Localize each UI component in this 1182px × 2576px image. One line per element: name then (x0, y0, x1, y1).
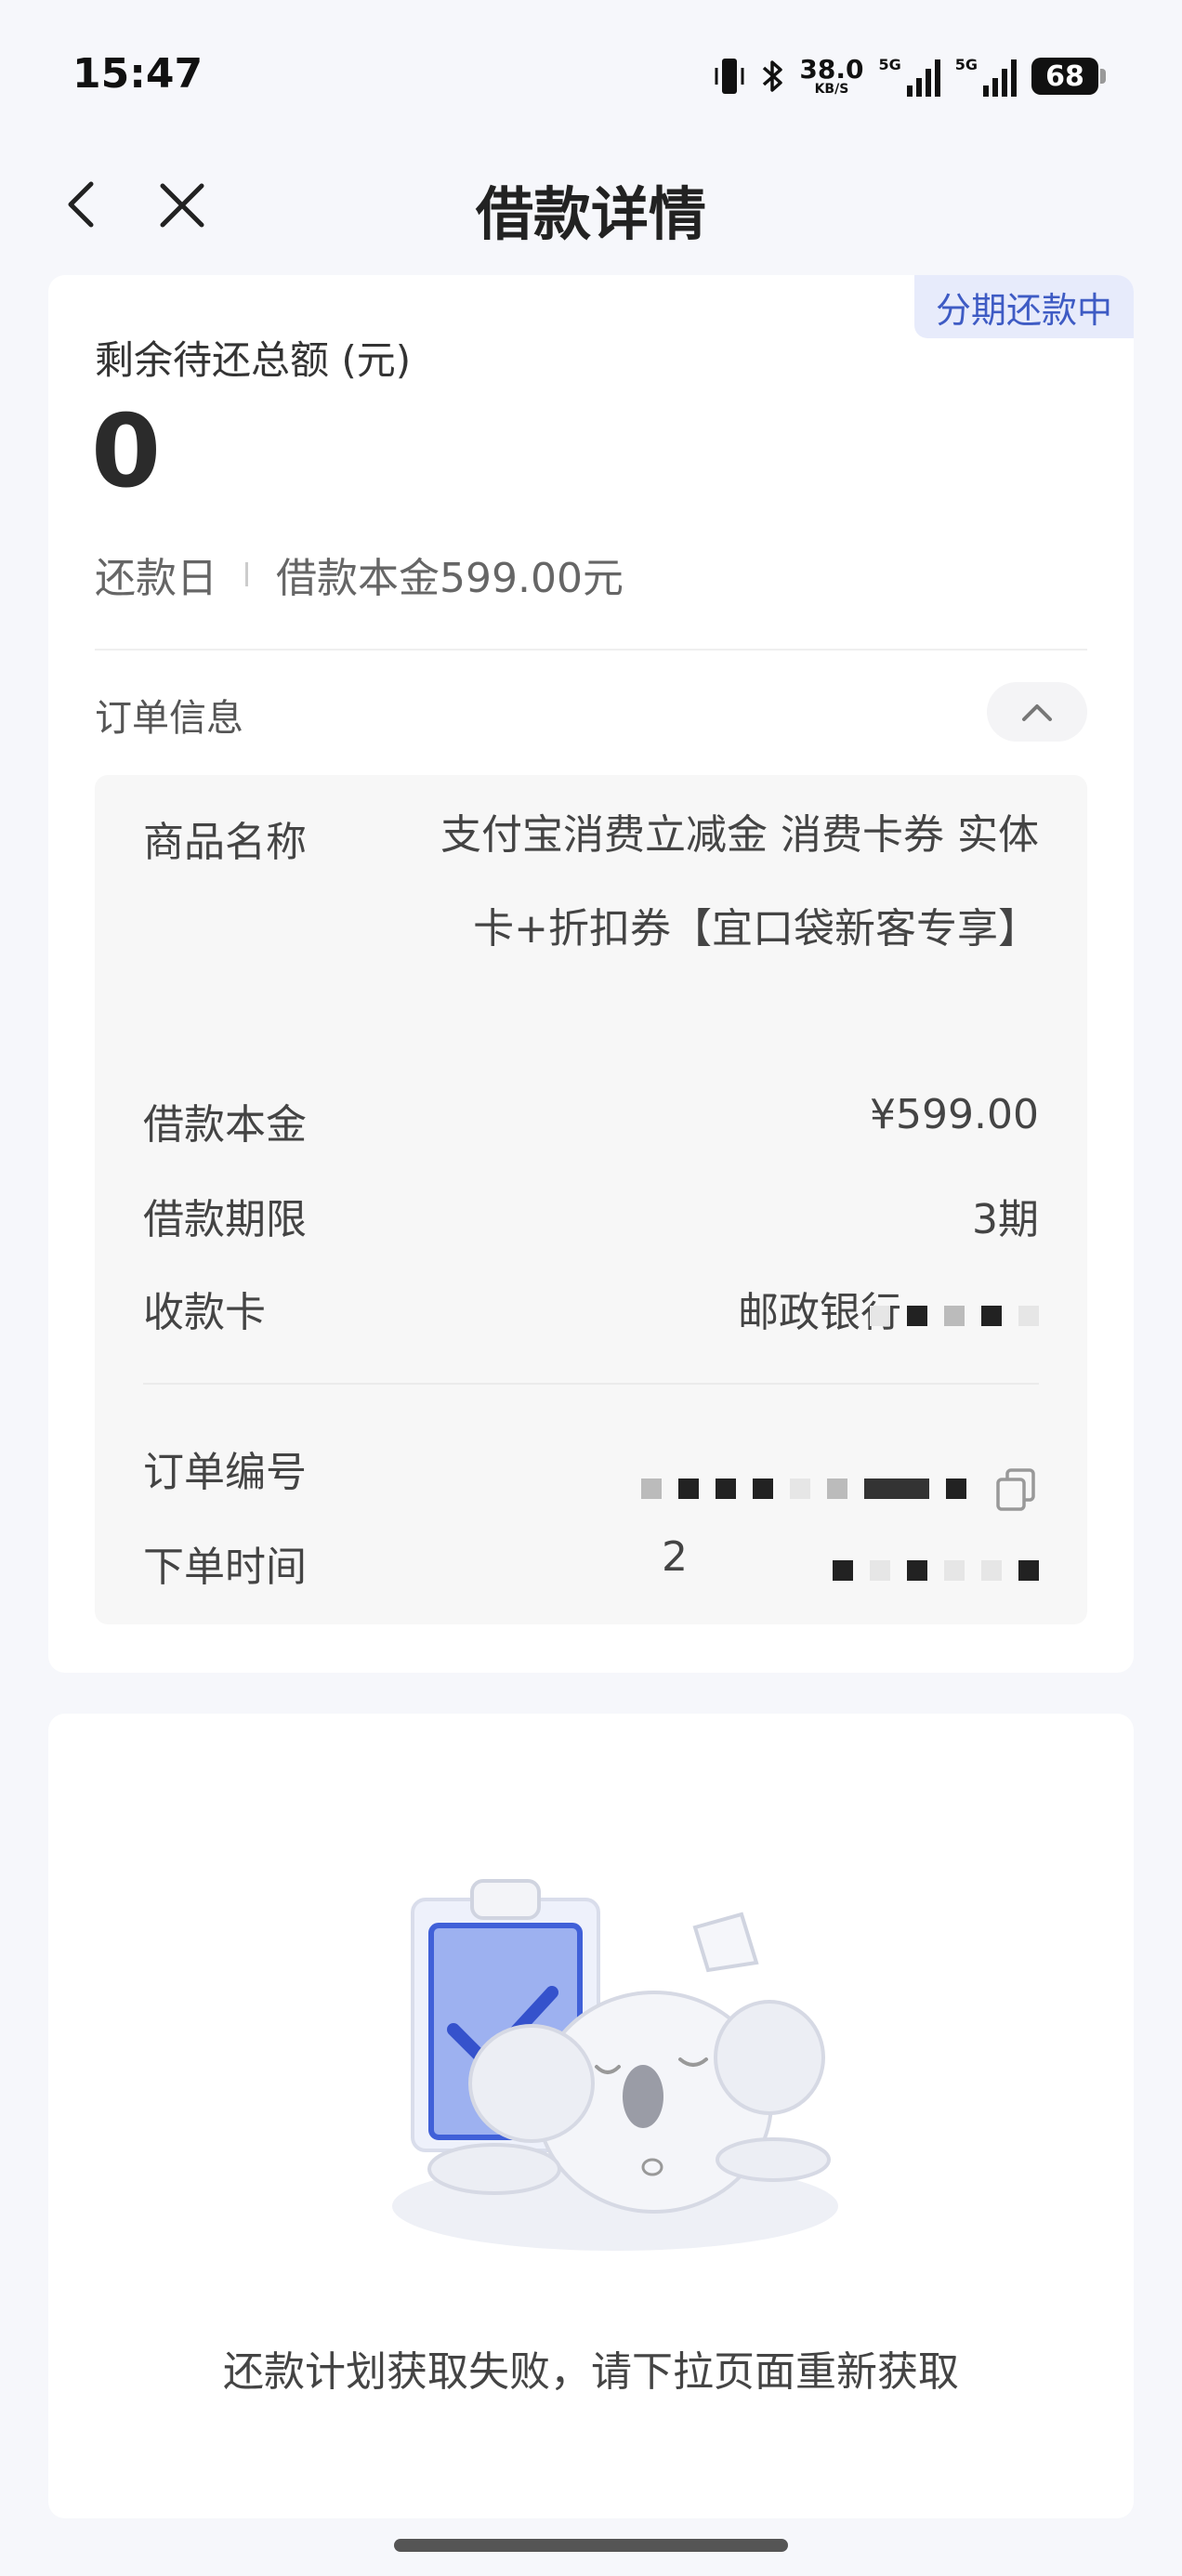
redacted-order-number (641, 1461, 966, 1517)
term-value: 3期 (972, 1196, 1039, 1243)
nav-bar: 借款详情 (0, 158, 1182, 251)
principal-label: 借款本金 (143, 1101, 307, 1149)
signal-1-label: 5G (878, 56, 901, 73)
order-time-value: 2 (662, 1533, 688, 1581)
empty-state-illustration (392, 1879, 838, 2251)
signal-2-label: 5G (954, 56, 978, 73)
redacted-order-time (833, 1543, 1039, 1598)
product-name-value: 支付宝消费立减金 消费卡券 实体卡+折扣券【宜口袋新客专享】 (440, 811, 1039, 953)
order-info-title: 订单信息 (95, 697, 243, 740)
net-speed-unit: KB/S (814, 82, 849, 97)
total-remaining-value: 0 (91, 394, 162, 510)
page-title: 借款详情 (475, 180, 706, 248)
divider (143, 1383, 1039, 1385)
due-date-label: 还款日 (95, 555, 217, 602)
repayment-summary: 还款日 借款本金599.00元 (95, 545, 624, 604)
chevron-up-icon (1022, 704, 1052, 721)
repayment-plan-card: 还款计划获取失败，请下拉页面重新获取 (48, 1714, 1134, 2518)
plan-load-failed-message: 还款计划获取失败，请下拉页面重新获取 (223, 2348, 959, 2396)
status-time: 15:47 (72, 50, 204, 98)
order-time-label: 下单时间 (143, 1544, 307, 1591)
vibrate-icon (715, 59, 744, 94)
collapse-order-info-button[interactable] (987, 682, 1087, 742)
status-badge: 分期还款中 (914, 275, 1134, 338)
loan-detail-card: 分期还款中 剩余待还总额 (元) 0 还款日 借款本金599.00元 订单信息 … (48, 275, 1134, 1673)
status-bar: 15:47 38.0 KB/S 5G 5G 68 (0, 0, 1182, 139)
signal-2-icon: 5G (955, 56, 1017, 97)
net-speed-value: 38.0 (799, 54, 864, 85)
home-indicator[interactable] (394, 2539, 788, 2552)
principal-summary: 借款本金599.00元 (276, 555, 624, 602)
receiving-card-label: 收款卡 (143, 1289, 266, 1336)
net-speed: 38.0 KB/S (799, 54, 864, 97)
signal-1-icon: 5G (878, 56, 940, 97)
divider (95, 649, 1087, 651)
order-number-label: 订单编号 (143, 1449, 307, 1496)
battery-icon: 68 (1031, 58, 1106, 95)
redacted-card-number (870, 1288, 1039, 1344)
copy-icon[interactable] (992, 1466, 1039, 1513)
term-label: 借款期限 (143, 1196, 307, 1243)
separator (245, 562, 248, 586)
total-remaining-label: 剩余待还总额 (元) (95, 337, 412, 383)
order-info-panel: 商品名称 支付宝消费立减金 消费卡券 实体卡+折扣券【宜口袋新客专享】 借款本金… (95, 775, 1087, 1624)
product-name-label: 商品名称 (143, 819, 307, 866)
bluetooth-icon (763, 60, 783, 92)
status-icons: 38.0 KB/S 5G 5G 68 (714, 50, 1106, 102)
principal-value: ¥599.00 (870, 1091, 1039, 1138)
